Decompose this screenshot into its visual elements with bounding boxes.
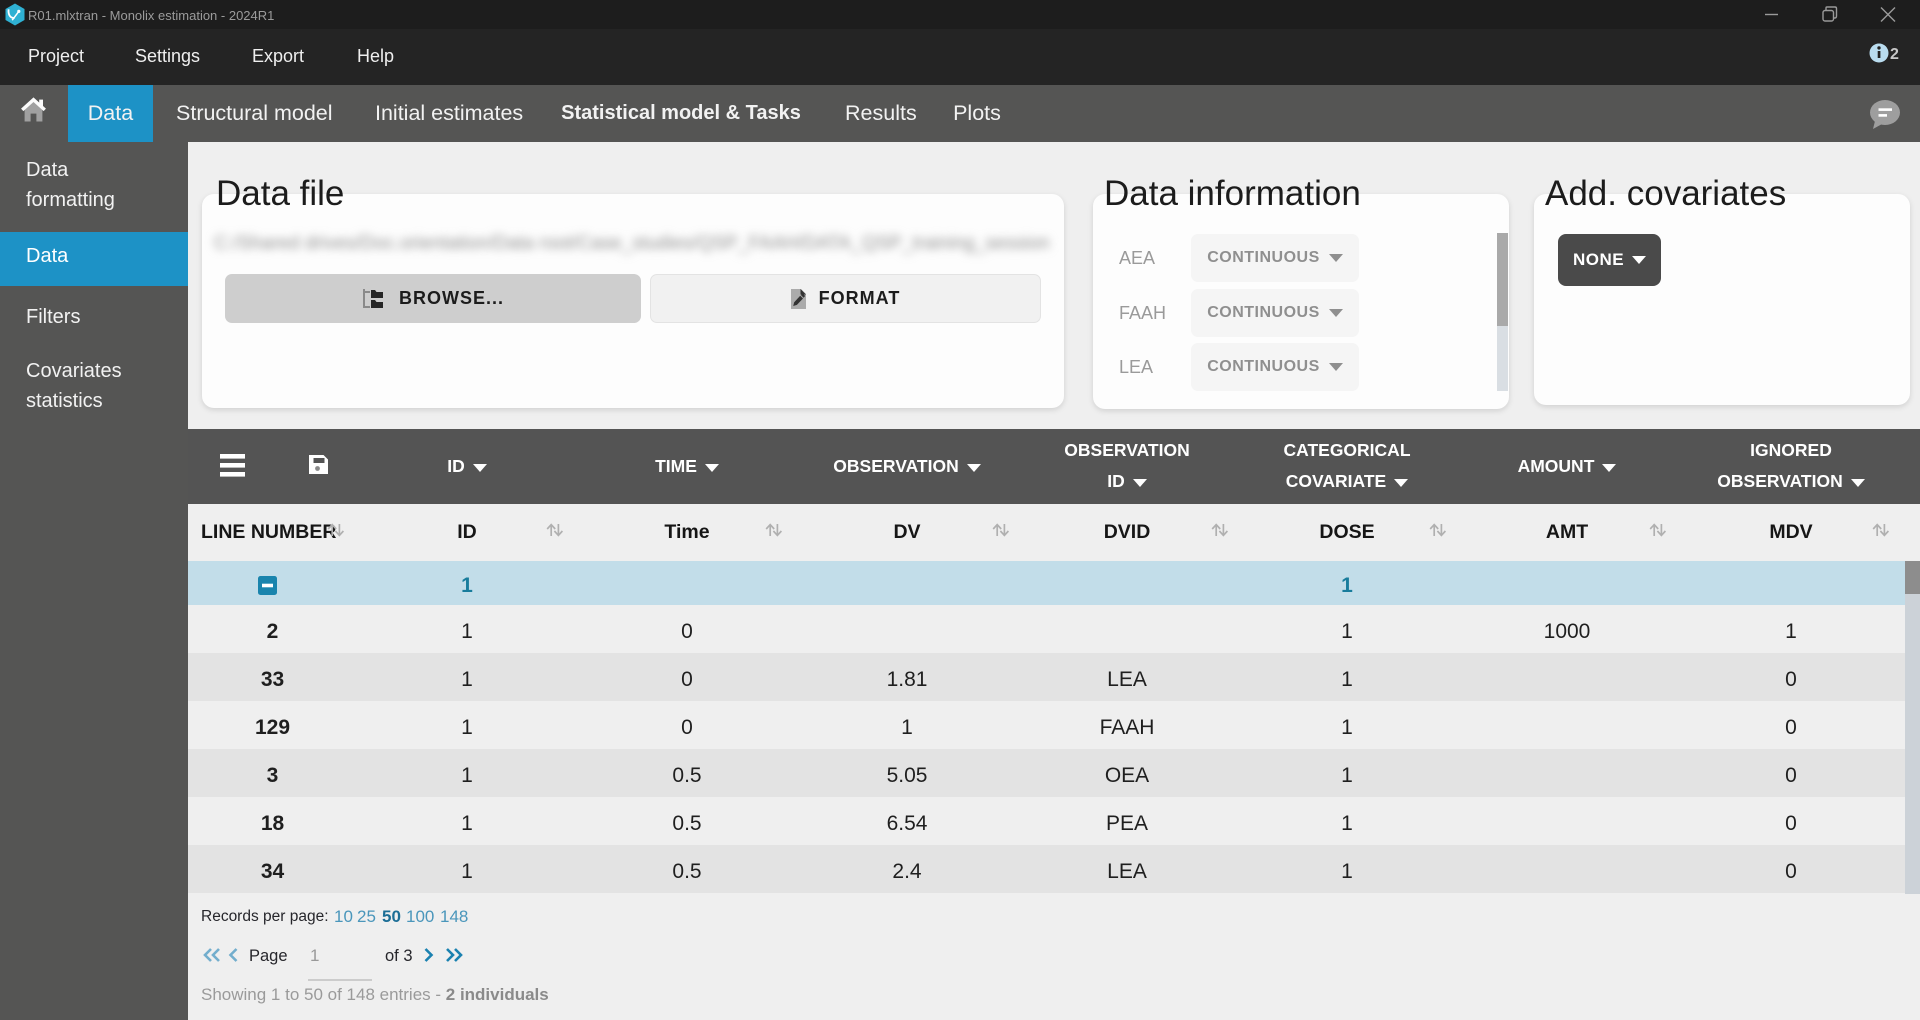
- svg-text:2: 2: [1890, 46, 1899, 63]
